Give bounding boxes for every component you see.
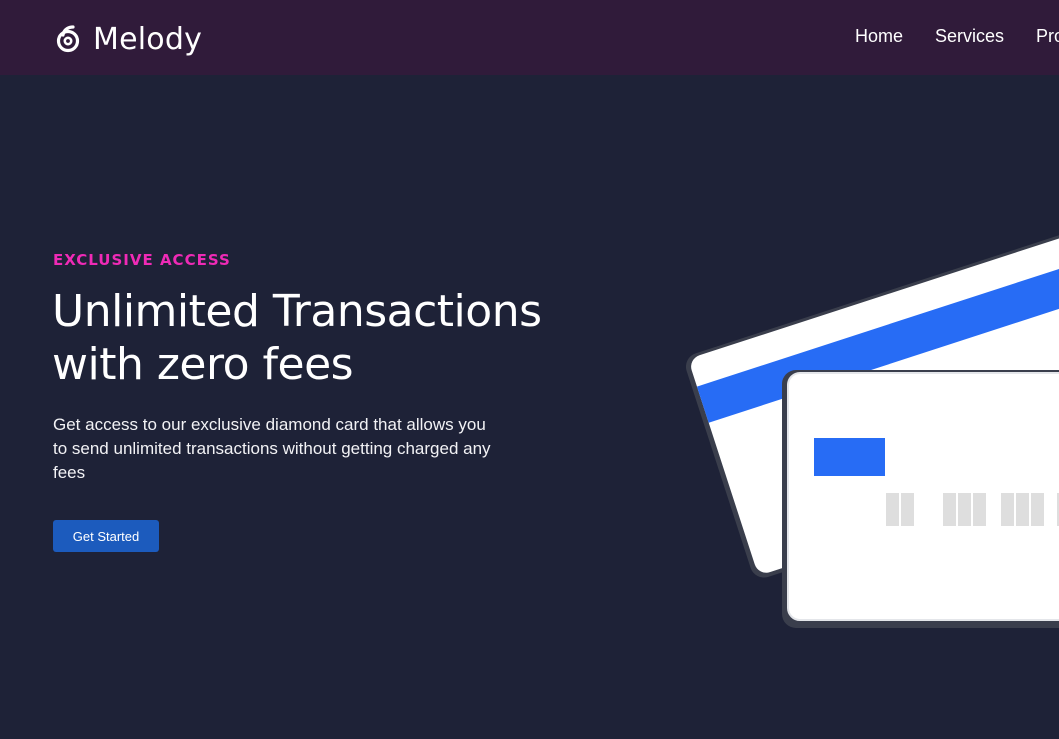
melody-logo-icon bbox=[56, 25, 80, 53]
credit-cards-illustration bbox=[685, 219, 1059, 628]
brand-logo-link[interactable]: Melody bbox=[55, 20, 202, 58]
nav-link-home[interactable]: Home bbox=[855, 24, 903, 48]
navbar: Melody Home Services Products bbox=[0, 0, 1059, 75]
hero-section: EXCLUSIVE ACCESS Unlimited Transactions … bbox=[0, 75, 1059, 739]
nav-item-products: Products bbox=[1036, 24, 1059, 48]
front-credit-card-icon bbox=[782, 370, 1059, 628]
nav-link-products[interactable]: Products bbox=[1036, 24, 1059, 48]
nav-link-services[interactable]: Services bbox=[935, 24, 1004, 48]
nav-item-home: Home bbox=[855, 24, 935, 48]
nav-item-services: Services bbox=[935, 24, 1036, 48]
brand-name: Melody bbox=[93, 21, 203, 57]
nav-menu: Home Services Products bbox=[855, 24, 1059, 48]
